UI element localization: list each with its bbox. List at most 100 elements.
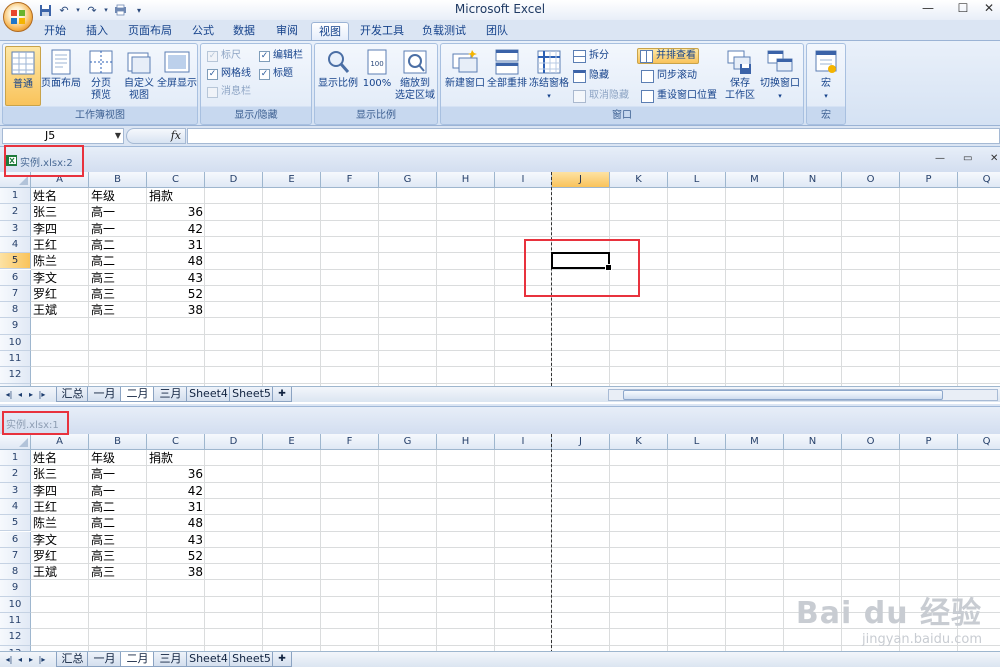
top-cell-header[interactable]: 姓名 <box>33 188 87 204</box>
top-row-header-1[interactable]: 1 <box>0 188 31 205</box>
bottom-cell[interactable]: 罗红 <box>33 548 87 564</box>
bottom-sheet-tab[interactable]: Sheet5 <box>229 652 274 667</box>
save-workspace-button[interactable]: 保存 工作区 <box>721 46 759 106</box>
top-row-header-6[interactable]: 6 <box>0 269 31 286</box>
window-title-bar-2[interactable]: 实例.xlsx:2 — ▭ ✕ <box>0 146 1000 172</box>
bottom-sheet-tab[interactable]: 三月 <box>153 652 188 667</box>
bottom-row-header-12[interactable]: 12 <box>0 629 31 646</box>
bottom-col-header-D[interactable]: D <box>205 434 263 450</box>
bottom-col-header-O[interactable]: O <box>842 434 900 450</box>
name-box[interactable]: J5 ▼ <box>2 128 124 144</box>
top-cell[interactable]: 王红 <box>33 237 87 253</box>
synchronous-scrolling-button[interactable]: 同步滚动 <box>641 68 697 84</box>
bottom-next-sheet-icon[interactable]: ▸ <box>26 654 36 666</box>
top-cell[interactable]: 高三 <box>91 286 145 302</box>
top-select-all[interactable] <box>0 172 31 188</box>
top-row-header-2[interactable]: 2 <box>0 204 31 221</box>
tab-developer[interactable]: 开发工具 <box>357 22 407 40</box>
minimize-icon[interactable]: — <box>917 0 939 16</box>
bottom-cell[interactable]: 高一 <box>91 466 145 482</box>
top-sheet-tab[interactable]: Sheet4 <box>186 387 231 402</box>
top-last-sheet-icon[interactable]: |▸ <box>37 389 47 401</box>
gridlines-checkbox[interactable]: ✓ 网格线 <box>207 66 251 82</box>
workbook-window-2[interactable]: 实例.xlsx:2 — ▭ ✕ ABCDEFGHIJKLMNOPQ1234567… <box>0 146 1000 404</box>
top-cell[interactable]: 李文 <box>33 270 87 286</box>
top-cell[interactable]: 43 <box>149 270 203 286</box>
bottom-select-all[interactable] <box>0 434 31 450</box>
bottom-sheet-tab[interactable]: Sheet4 <box>186 652 231 667</box>
top-col-header-O[interactable]: O <box>842 172 900 188</box>
bottom-row-header-9[interactable]: 9 <box>0 580 31 597</box>
top-cell[interactable]: 31 <box>149 237 203 253</box>
top-col-header-N[interactable]: N <box>784 172 842 188</box>
top-cell[interactable]: 高二 <box>91 237 145 253</box>
top-cell[interactable]: 高三 <box>91 302 145 318</box>
top-cell[interactable]: 高一 <box>91 204 145 220</box>
bottom-cell[interactable]: 36 <box>149 466 203 482</box>
top-prev-sheet-icon[interactable]: ◂ <box>15 389 25 401</box>
headings-checkbox[interactable]: ✓ 标题 <box>259 66 293 82</box>
zoom-100-button[interactable]: 100 100% <box>361 46 393 106</box>
unhide-window-button[interactable]: 取消隐藏 <box>573 88 629 104</box>
bottom-col-header-H[interactable]: H <box>437 434 495 450</box>
message-bar-checkbox[interactable]: 消息栏 <box>207 84 251 100</box>
top-insert-sheet-icon[interactable]: ✚ <box>272 387 292 402</box>
bottom-col-header-M[interactable]: M <box>726 434 784 450</box>
window-restore-icon[interactable]: ▭ <box>963 153 972 164</box>
top-next-sheet-icon[interactable]: ▸ <box>26 389 36 401</box>
bottom-cell[interactable]: 高三 <box>91 548 145 564</box>
tab-home[interactable]: 开始 <box>38 22 72 40</box>
top-cell[interactable]: 高一 <box>91 221 145 237</box>
tab-insert[interactable]: 插入 <box>80 22 114 40</box>
ruler-checkbox[interactable]: ✓ 标尺 <box>207 48 241 64</box>
top-col-header-M[interactable]: M <box>726 172 784 188</box>
top-cell[interactable]: 36 <box>149 204 203 220</box>
bottom-row-header-5[interactable]: 5 <box>0 515 31 532</box>
top-sheet-tab[interactable]: 汇总 <box>56 387 89 402</box>
bottom-first-sheet-icon[interactable]: ◂| <box>4 654 14 666</box>
bottom-sheet-tab[interactable]: 一月 <box>87 652 122 667</box>
tab-data[interactable]: 数据 <box>227 22 261 40</box>
bottom-cell[interactable]: 高一 <box>91 483 145 499</box>
top-cell[interactable]: 52 <box>149 286 203 302</box>
bottom-col-header-A[interactable]: A <box>31 434 89 450</box>
bottom-col-header-K[interactable]: K <box>610 434 668 450</box>
top-row-header-3[interactable]: 3 <box>0 220 31 237</box>
tab-load-test[interactable]: 负载测试 <box>416 22 472 40</box>
bottom-row-header-2[interactable]: 2 <box>0 466 31 483</box>
top-sheet-tab[interactable]: 一月 <box>87 387 122 402</box>
bottom-cell-header[interactable]: 年级 <box>91 450 145 466</box>
top-row-header-9[interactable]: 9 <box>0 318 31 335</box>
bottom-cell[interactable]: 高二 <box>91 499 145 515</box>
top-cell[interactable]: 王斌 <box>33 302 87 318</box>
top-cell[interactable]: 38 <box>149 302 203 318</box>
bottom-cell[interactable]: 张三 <box>33 466 87 482</box>
bottom-prev-sheet-icon[interactable]: ◂ <box>15 654 25 666</box>
bottom-col-header-I[interactable]: I <box>495 434 552 450</box>
bottom-row-header-8[interactable]: 8 <box>0 564 31 581</box>
formula-input[interactable] <box>187 128 1000 144</box>
hide-window-button[interactable]: 隐藏 <box>573 68 609 84</box>
insert-function-icon[interactable]: fx <box>171 129 181 142</box>
normal-view-button[interactable]: 普通 <box>5 46 41 106</box>
top-cell[interactable]: 张三 <box>33 204 87 220</box>
top-col-header-K[interactable]: K <box>610 172 668 188</box>
top-col-header-D[interactable]: D <box>205 172 263 188</box>
top-col-header-G[interactable]: G <box>379 172 437 188</box>
tab-team[interactable]: 团队 <box>480 22 514 40</box>
top-row-header-12[interactable]: 12 <box>0 367 31 384</box>
reset-window-position-button[interactable]: 重设窗口位置 <box>641 88 717 104</box>
new-window-button[interactable]: 新建窗口 <box>445 46 485 106</box>
top-cell-header[interactable]: 年级 <box>91 188 145 204</box>
bottom-cell[interactable]: 38 <box>149 564 203 580</box>
window-title-bar-1[interactable]: 实例.xlsx:1 <box>0 406 1000 434</box>
bottom-col-header-J[interactable]: J <box>552 434 610 450</box>
worksheet-grid-top[interactable]: ABCDEFGHIJKLMNOPQ12345678910111213姓名年级捐款… <box>0 172 1000 386</box>
close-icon[interactable]: ✕ <box>978 0 1000 16</box>
top-row-header-11[interactable]: 11 <box>0 351 31 368</box>
top-row-header-4[interactable]: 4 <box>0 236 31 254</box>
bottom-row-header-11[interactable]: 11 <box>0 613 31 630</box>
top-row-header-8[interactable]: 8 <box>0 302 31 319</box>
top-col-header-B[interactable]: B <box>89 172 147 188</box>
view-side-by-side-button[interactable]: 并排查看 <box>637 48 699 64</box>
